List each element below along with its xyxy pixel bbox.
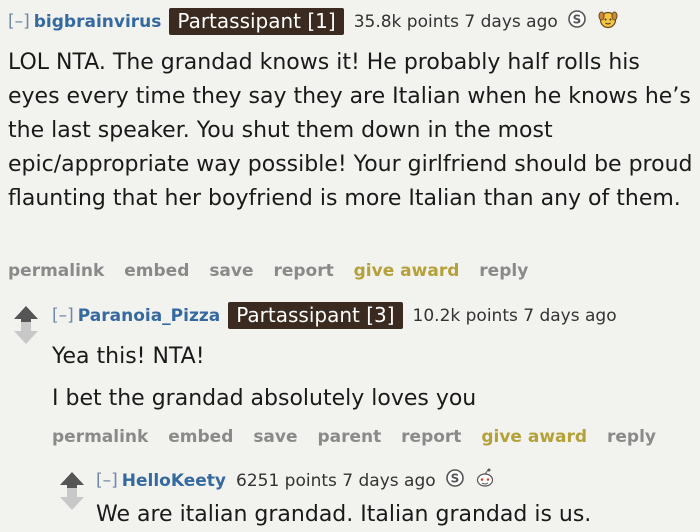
body-line: Yea this! NTA!: [52, 344, 205, 369]
save-link[interactable]: save: [253, 427, 297, 447]
embed-link[interactable]: embed: [168, 427, 233, 447]
user-flair: Partassipant [3]: [228, 302, 403, 329]
comment-meta: [–] bigbrainvirus Partassipant [1] 35.8k po…: [8, 8, 619, 35]
username-link[interactable]: HelloKeety: [122, 471, 226, 491]
parent-link[interactable]: parent: [317, 427, 381, 447]
username-link[interactable]: Paranoia_Pizza: [78, 306, 220, 326]
comment-meta: [–] Paranoia_Pizza Partassipant [3] 10.2k p…: [52, 302, 617, 329]
permalink-link[interactable]: permalink: [52, 427, 148, 447]
downvote-arrow-icon[interactable]: [14, 322, 38, 344]
collapse-toggle[interactable]: [–]: [52, 306, 74, 326]
comment-body: LOL NTA. The grandad knows it! He probab…: [8, 50, 693, 211]
report-link[interactable]: report: [401, 427, 461, 447]
vote-arrows: [58, 470, 86, 518]
collapse-toggle[interactable]: [–]: [8, 12, 30, 32]
reply-link[interactable]: reply: [479, 261, 528, 281]
vote-arrows: [12, 304, 40, 352]
comment-paranoia-pizza: [–] Paranoia_Pizza Partassipant [3] 10.2k p…: [0, 290, 700, 531]
comment-body: We are italian grandad. Italian grandad …: [96, 502, 592, 527]
snoo-award-icon[interactable]: [474, 468, 496, 493]
comment-actions: permalink embed save report give award r…: [8, 261, 542, 281]
comment-bigbrainvirus: [–] bigbrainvirus Partassipant [1] 35.8k po…: [0, 0, 700, 290]
points-and-age: 6251 points 7 days ago: [236, 470, 436, 491]
svg-text:S: S: [451, 472, 460, 486]
report-link[interactable]: report: [273, 261, 333, 281]
reply-link[interactable]: reply: [607, 427, 656, 447]
comment-hellokeety: [–] HelloKeety 6251 points 7 days ago S We…: [56, 458, 700, 531]
give-award-link[interactable]: give award: [354, 261, 460, 281]
silver-s-award-icon[interactable]: S: [445, 468, 465, 493]
body-line: I bet the grandad absolutely loves you: [52, 386, 477, 411]
comment-body: Yea this! NTA! I bet the grandad absolut…: [52, 340, 692, 416]
points-and-age: 35.8k points 7 days ago: [353, 11, 558, 32]
svg-text:S: S: [573, 13, 582, 27]
username-link[interactable]: bigbrainvirus: [34, 12, 162, 32]
downvote-arrow-icon[interactable]: [60, 488, 84, 510]
permalink-link[interactable]: permalink: [8, 261, 104, 281]
comment-actions: permalink embed save parent report give …: [52, 427, 670, 447]
points-and-age: 10.2k points 7 days ago: [412, 305, 617, 326]
give-award-link[interactable]: give award: [481, 427, 587, 447]
save-link[interactable]: save: [209, 261, 253, 281]
silver-s-award-icon[interactable]: S: [567, 9, 587, 34]
comment-meta: [–] HelloKeety 6251 points 7 days ago S: [96, 468, 496, 493]
collapse-toggle[interactable]: [–]: [96, 471, 118, 491]
user-flair: Partassipant [1]: [169, 8, 344, 35]
wholesome-dog-award-icon[interactable]: [597, 9, 619, 34]
embed-link[interactable]: embed: [124, 261, 189, 281]
